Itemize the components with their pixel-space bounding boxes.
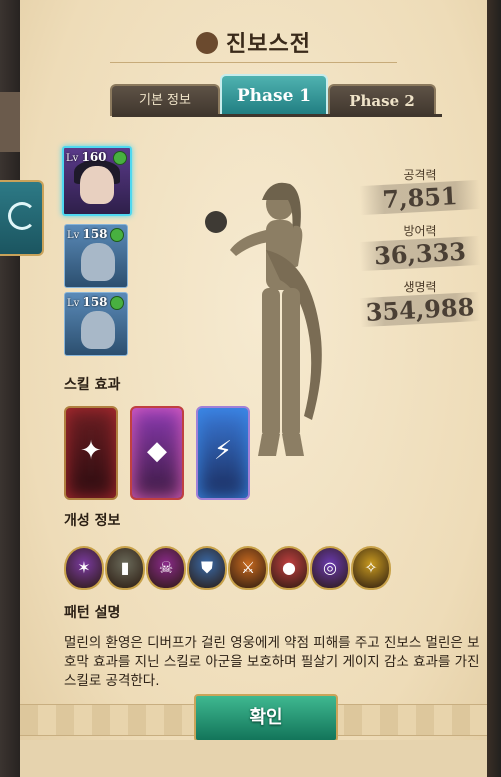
bottom-edge <box>20 740 487 777</box>
badge-glyph: ◎ <box>323 558 337 577</box>
tab-phase-1[interactable]: Phase 1 <box>220 74 328 116</box>
enemy-portrait-knight-1[interactable]: Lv 158 <box>64 224 128 288</box>
tab-phase-2[interactable]: Phase 2 <box>328 84 436 116</box>
enemy-portrait-knight-2[interactable]: Lv 158 <box>64 292 128 356</box>
skill-card-3[interactable]: ⚡ <box>196 406 250 500</box>
badge-glyph: ✧ <box>364 558 378 577</box>
badge-glyph: ⚔ <box>240 558 256 577</box>
pink-cube-icon: ◆ <box>147 436 167 466</box>
purple-claw-icon[interactable]: ✶ <box>64 546 104 590</box>
tab-basic-info[interactable]: 기본 정보 <box>110 84 220 116</box>
page-title-text: 진보스전 <box>226 32 311 57</box>
stat-value: 7,851 <box>359 179 481 216</box>
helmet-face <box>81 243 115 281</box>
right-frame <box>487 0 501 777</box>
boss-emblem-icon <box>196 32 219 54</box>
red-strike-icon: ✦ <box>80 436 102 466</box>
portrait-face <box>80 166 114 204</box>
section-pattern-title: 패턴 설명 <box>64 605 121 621</box>
vortex-icon[interactable]: ◎ <box>310 546 350 590</box>
section-skills-title: 스킬 효과 <box>64 377 121 393</box>
badge-glyph: ✶ <box>77 558 91 577</box>
shield-icon[interactable]: ⛊ <box>187 546 227 590</box>
golden-wing-icon[interactable]: ✧ <box>351 546 391 590</box>
attribute-icon <box>110 228 124 242</box>
level-label: Lv 158 <box>67 227 108 241</box>
level-label: Lv 160 <box>66 150 107 164</box>
badge-glyph: ▮ <box>120 558 130 577</box>
title-divider <box>110 62 397 63</box>
section-traits-title: 개성 정보 <box>64 513 121 529</box>
badge-glyph: ☠ <box>158 558 174 577</box>
orbs-icon[interactable]: ● <box>269 546 309 590</box>
sword-icon[interactable]: ⚔ <box>228 546 268 590</box>
helmet-face <box>81 311 115 349</box>
confirm-button[interactable]: 확인 <box>194 694 338 742</box>
pattern-description: 멀린의 환영은 디버프가 걸린 영웅에게 약점 피해를 주고 진보스 멀린은 보… <box>64 635 480 689</box>
gray-tablet-icon[interactable]: ▮ <box>105 546 145 590</box>
skill-card-1[interactable]: ✦ <box>64 406 118 500</box>
tab-baseline <box>112 114 442 117</box>
skill-card-2[interactable]: ◆ <box>130 406 184 500</box>
badge-glyph: ● <box>282 558 296 577</box>
side-tab-active[interactable] <box>0 180 44 256</box>
swirl-icon <box>8 202 36 230</box>
header: 진보스전 <box>20 0 487 80</box>
skull-icon[interactable]: ☠ <box>146 546 186 590</box>
attribute-icon <box>110 296 124 310</box>
stat-attack: 공격력 7,851 <box>359 166 481 222</box>
page-title: 진보스전 <box>20 26 487 58</box>
attribute-icon <box>113 151 127 165</box>
badge-glyph: ⛊ <box>200 558 213 577</box>
stat-value: 36,333 <box>359 235 481 272</box>
enemy-portrait-merlin[interactable]: Lv 160 <box>62 146 132 216</box>
blue-lightning-icon: ⚡ <box>213 436 233 466</box>
stat-defense: 방어력 36,333 <box>359 222 481 278</box>
stat-hp: 생명력 354,988 <box>359 278 481 334</box>
level-label: Lv 158 <box>67 295 108 309</box>
stat-value: 354,988 <box>359 291 481 328</box>
boss-stats: 공격력 7,851 방어력 36,333 생명력 354,988 <box>359 166 481 334</box>
